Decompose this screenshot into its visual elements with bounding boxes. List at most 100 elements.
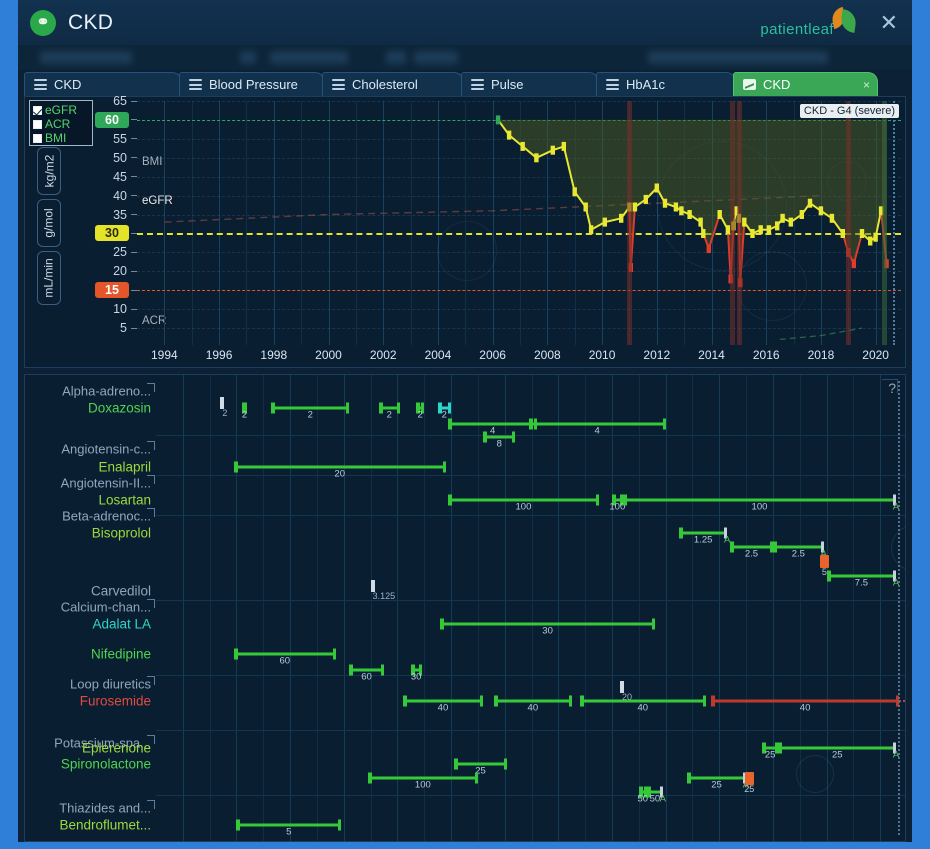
chart-plot-area[interactable]: CKD - G4 (severe) BMI eGFR ACR [137,101,901,345]
medication-segment[interactable]: 2.5A [773,546,824,549]
tab-cholesterol[interactable]: Cholesterol [322,72,464,96]
drug-name-label[interactable]: Bisoprolol [92,526,151,541]
med-gridline [505,375,506,841]
medication-segment[interactable]: 100 [368,777,478,780]
medication-segment[interactable]: 2 [379,407,400,410]
segment-start-cap [827,571,831,582]
y-axis-tick: 45 [83,170,127,184]
tab-ckd-chart[interactable]: CKD × [733,72,878,96]
x-axis-tick: 2006 [479,348,506,362]
dose-label: 2 [222,408,227,418]
medication-segment[interactable]: 30 [411,669,422,672]
medication-segment[interactable]: 5 [236,824,341,827]
medication-segment[interactable]: 25 [454,763,508,766]
drug-class-label: Thiazides and... [59,801,151,816]
medication-segment[interactable]: 1.25A [679,532,727,535]
segment-start-cap [271,403,275,414]
medication-segment[interactable]: 60 [234,653,336,656]
medication-segment[interactable]: 2 [438,407,451,410]
checkbox-bmi[interactable] [33,134,42,143]
drug-name-label[interactable]: Doxazosin [88,401,151,416]
medication-segment[interactable]: 25A [687,777,746,780]
drug-class-label: Calcium-chan... [61,600,151,615]
medication-segment[interactable]: 20 [234,466,446,469]
segment-end-cap [663,419,666,430]
medication-segment[interactable]: 50 [639,791,647,794]
medication-segment[interactable]: 25A [778,747,896,750]
medication-segment[interactable]: 100 [448,499,598,502]
medication-segment[interactable]: 40 [711,700,899,703]
medication-chart[interactable]: 22222248420100100100A1.25A2.52.5A57.5A3.… [156,375,905,841]
medication-point-marker[interactable]: 3.125 [371,580,375,592]
legend-item-acr[interactable]: ACR [33,117,89,131]
medication-segment[interactable]: 60 [349,669,384,672]
medication-segment[interactable]: 50A [647,791,663,794]
segment-start-cap [236,820,240,831]
med-gridline [397,375,398,841]
checkbox-acr[interactable] [33,120,42,129]
close-icon[interactable]: × [863,78,870,92]
med-gridline [263,375,264,841]
dose-label: 50 [650,794,661,805]
medication-segment[interactable]: 2.5 [730,546,773,549]
dose-label: 2 [387,410,392,421]
tab-label: Cholesterol [352,77,418,92]
checkbox-egfr[interactable] [33,106,42,115]
x-axis-tick: 2010 [589,348,616,362]
tab-hba1c[interactable]: HbA1c [596,72,736,96]
segment-start-cap [623,495,627,506]
med-gridline [317,375,318,841]
medication-segment[interactable]: 8 [483,436,515,439]
list-icon [332,79,345,90]
drug-name-label[interactable]: Losartan [98,493,151,508]
medication-segment[interactable]: 2 [242,407,247,410]
drug-name-label[interactable]: Enalapril [98,460,151,475]
legend-item-bmi[interactable]: BMI [33,131,89,145]
medication-segment[interactable]: 25 [762,747,778,750]
medication-event-marker[interactable]: 20 [620,681,624,693]
dose-label: 2.5 [792,549,805,560]
tab-label: CKD [54,77,81,92]
medication-segment[interactable]: 40 [580,700,706,703]
med-gridline [558,375,559,841]
medication-point-marker[interactable]: 2 [220,397,224,409]
medication-segment[interactable]: 40 [494,700,572,703]
medication-segment[interactable]: 7.5A [827,575,897,578]
medication-segment[interactable]: 4 [529,423,666,426]
chart-legend: eGFR ACR BMI [29,100,93,146]
tab-pulse[interactable]: Pulse [461,72,599,96]
y-axis-tick: 35 [83,208,127,222]
medication-segment[interactable]: 2 [271,407,349,410]
segment-start-cap [679,528,683,539]
drug-name-label[interactable]: Furosemide [80,694,151,709]
segment-end-cap [504,759,507,770]
segment-start-cap [349,665,353,676]
drug-name-label[interactable]: Eplerenone [82,741,151,756]
segment-start-cap [234,649,238,660]
medication-segment[interactable]: 30 [440,623,655,626]
medication-segment[interactable]: 2 [416,407,424,410]
dose-label: 100 [516,502,532,513]
unit-ml-min: mL/min [37,251,61,305]
unit-label: g/mol [42,208,56,237]
tab-blood-pressure[interactable]: Blood Pressure [179,72,325,96]
drug-name-label[interactable]: Adalat LA [92,617,151,632]
medication-segment[interactable]: 4 [448,423,537,426]
medication-point-marker[interactable]: 25 [745,772,754,785]
drug-name-label[interactable]: Nifedipine [91,647,151,662]
segment-start-cap [403,696,407,707]
legend-item-egfr[interactable]: eGFR [33,103,89,117]
dose-label: 30 [411,672,422,683]
medication-segment[interactable]: 100 [612,499,623,502]
drug-name-label[interactable]: Bendroflumet... [59,818,151,833]
segment-end-cap [703,696,706,707]
title-bar: ⚭ CKD patientleaf ✕ [18,0,912,45]
drug-name-label[interactable]: Spironolactone [61,757,151,772]
tab-ckd-list[interactable]: CKD [24,72,182,96]
medication-segment[interactable]: 100A [623,499,897,502]
medication-point-marker[interactable]: 5 [820,555,829,568]
list-icon [189,79,202,90]
window-close-icon[interactable]: ✕ [880,12,898,34]
medication-segment[interactable]: 40 [403,700,483,703]
drug-name-label[interactable]: Carvedilol [91,584,151,599]
